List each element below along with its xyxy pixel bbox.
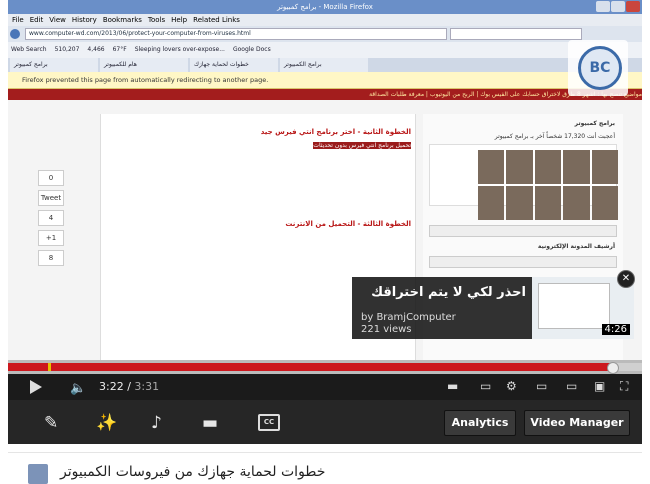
channel-avatar[interactable] bbox=[28, 464, 48, 484]
progress-marker bbox=[48, 363, 51, 371]
share-count: 4 bbox=[38, 210, 64, 226]
suggested-video-channel: by BramjComputer bbox=[361, 312, 456, 323]
watch-later-icon[interactable]: ▭ bbox=[536, 379, 547, 393]
audio-music-icon[interactable]: ♪ bbox=[151, 413, 162, 433]
enhancements-wand-icon[interactable]: ✨ bbox=[96, 413, 117, 433]
step-two-heading: الخطوة الثانية - اختر برنامج انتي فيرس ج… bbox=[260, 128, 411, 136]
menu-help: Help bbox=[171, 16, 188, 24]
youtube-player-page: برامج كمبيوتر - Mozilla Firefox File Edi… bbox=[0, 0, 650, 484]
video-manager-button[interactable]: Video Manager bbox=[524, 410, 630, 436]
bookmark-google-docs: Google Docs bbox=[232, 46, 271, 53]
browser-menu: File Edit View History Bookmarks Tools H… bbox=[8, 14, 642, 26]
current-time: 3:22 bbox=[99, 380, 124, 393]
browser-title-bar: برامج كمبيوتر - Mozilla Firefox bbox=[8, 0, 642, 14]
theater-mode-icon[interactable]: ▭ bbox=[566, 379, 577, 393]
menu-view: View bbox=[49, 16, 66, 24]
menu-tools: Tools bbox=[147, 16, 166, 24]
window-controls bbox=[596, 1, 640, 12]
divider bbox=[8, 452, 642, 453]
bookmark-weather: 67°F bbox=[112, 46, 127, 53]
total-duration: 3:31 bbox=[134, 380, 160, 393]
browser-search-field bbox=[450, 28, 582, 40]
share-sidebar: 0 Tweet 4 +1 8 bbox=[38, 170, 66, 310]
suggested-video-title[interactable]: احذر لكي لا يتم اختراقك bbox=[371, 285, 526, 300]
sidebar-title: برامج كمبيوتر bbox=[574, 120, 615, 127]
share-count: 8 bbox=[38, 250, 64, 266]
menu-file: File bbox=[12, 16, 24, 24]
player-controls: 🔈 3:22 / 3:31 ▬ ▭ ⚙ ▭ ▭ ▣ ⛶ bbox=[8, 374, 642, 400]
sections-dropdown bbox=[429, 225, 617, 237]
browser-tab: خطوات لحماية جهازك bbox=[190, 58, 278, 72]
settings-icon[interactable]: ⚙ bbox=[506, 379, 517, 393]
suggested-video-card[interactable]: 4:26 احذر لكي لا يتم اختراقك by BramjCom… bbox=[352, 277, 634, 339]
time-display: 3:22 / 3:31 bbox=[99, 380, 160, 393]
site-topic-bar: مواضيع تنصح بها : اشهر 8 طرق لاختراق حسا… bbox=[8, 89, 642, 100]
bookmark-web-search: Web Search bbox=[11, 46, 47, 53]
sidebar-archive: أرشيف المدونة الإلكترونية bbox=[537, 243, 615, 250]
browser-tabs: برامج كمبيوتر هام للكمبيوتر خطوات لحماية… bbox=[8, 58, 642, 72]
suggested-video-thumbnail[interactable]: 4:26 bbox=[532, 277, 634, 339]
popout-icon[interactable]: ▣ bbox=[594, 379, 605, 393]
close-suggestion-button[interactable]: ✕ bbox=[617, 270, 635, 288]
menu-bookmarks: Bookmarks bbox=[102, 16, 142, 24]
url-field: www.computer-wd.com/2013/06/protect-your… bbox=[25, 28, 447, 40]
suggested-video-duration: 4:26 bbox=[601, 324, 630, 335]
article-text-block: تحميل برنامج انتي فيرس بدون تحديثات bbox=[105, 141, 411, 150]
bc-logo-icon: BC bbox=[578, 46, 622, 90]
menu-related-links: Related Links bbox=[193, 16, 240, 24]
video-frame[interactable]: برامج كمبيوتر - Mozilla Firefox File Edi… bbox=[8, 0, 642, 360]
sidebar-fans: أعجبت أنت 17,320 شخصاً آخر بـ برامج كمبي… bbox=[494, 133, 615, 140]
annotations-add-icon[interactable]: ▬ bbox=[202, 413, 218, 433]
bookmarks-toolbar: Web Search 510,207 4,466 67°F Sleeping l… bbox=[8, 42, 642, 58]
captions-add-icon[interactable]: CC bbox=[258, 414, 280, 431]
browser-title: برامج كمبيوتر - Mozilla Firefox bbox=[277, 3, 373, 11]
bookmark-news: Sleeping lovers over-expose... bbox=[134, 46, 225, 53]
archive-dropdown bbox=[429, 256, 617, 268]
progress-bar[interactable] bbox=[8, 360, 642, 374]
menu-edit: Edit bbox=[29, 16, 44, 24]
bookmark-count-1: 510,207 bbox=[54, 46, 80, 53]
captions-icon[interactable]: ▭ bbox=[480, 379, 491, 393]
editor-toolbar: ✎ ✨ ♪ ▬ CC Analytics Video Manager bbox=[8, 400, 642, 444]
back-icon bbox=[10, 29, 20, 39]
redirect-notice: Firefox prevented this page from automat… bbox=[8, 72, 642, 89]
volume-icon[interactable]: 🔈 bbox=[70, 381, 86, 396]
video-title: خطوات لحماية جهازك من فيروسات الكمبيوتر bbox=[60, 464, 326, 480]
highlighted-text: تحميل برنامج انتي فيرس بدون تحديثات bbox=[313, 142, 411, 149]
progress-played bbox=[8, 363, 614, 371]
browser-tab: هام للكمبيوتر bbox=[100, 58, 188, 72]
bookmark-count-2: 4,466 bbox=[87, 46, 105, 53]
edit-pencil-icon[interactable]: ✎ bbox=[44, 413, 58, 433]
annotations-icon[interactable]: ▬ bbox=[447, 379, 458, 393]
fullscreen-icon[interactable]: ⛶ bbox=[620, 379, 628, 394]
video-info: خطوات لحماية جهازك من فيروسات الكمبيوتر bbox=[8, 444, 642, 484]
analytics-button[interactable]: Analytics bbox=[444, 410, 516, 436]
browser-url-bar: www.computer-wd.com/2013/06/protect-your… bbox=[8, 26, 642, 42]
channel-watermark[interactable]: BC bbox=[568, 40, 628, 96]
scrubber-handle[interactable] bbox=[607, 362, 620, 374]
share-count: 0 bbox=[38, 170, 64, 186]
browser-tab: برامج كمبيوتر bbox=[10, 58, 98, 72]
browser-tab: برامج الكمبيوتر bbox=[280, 58, 368, 72]
suggested-video-views: 221 views bbox=[361, 324, 412, 335]
gplus-button: +1 bbox=[38, 230, 64, 246]
menu-history: History bbox=[71, 16, 97, 24]
step-three-heading: الخطوة الثالثة - التحميل من الانترنت bbox=[285, 220, 411, 228]
tweet-button: Tweet bbox=[38, 190, 64, 206]
fan-avatars bbox=[478, 150, 618, 220]
play-button[interactable] bbox=[30, 380, 42, 394]
